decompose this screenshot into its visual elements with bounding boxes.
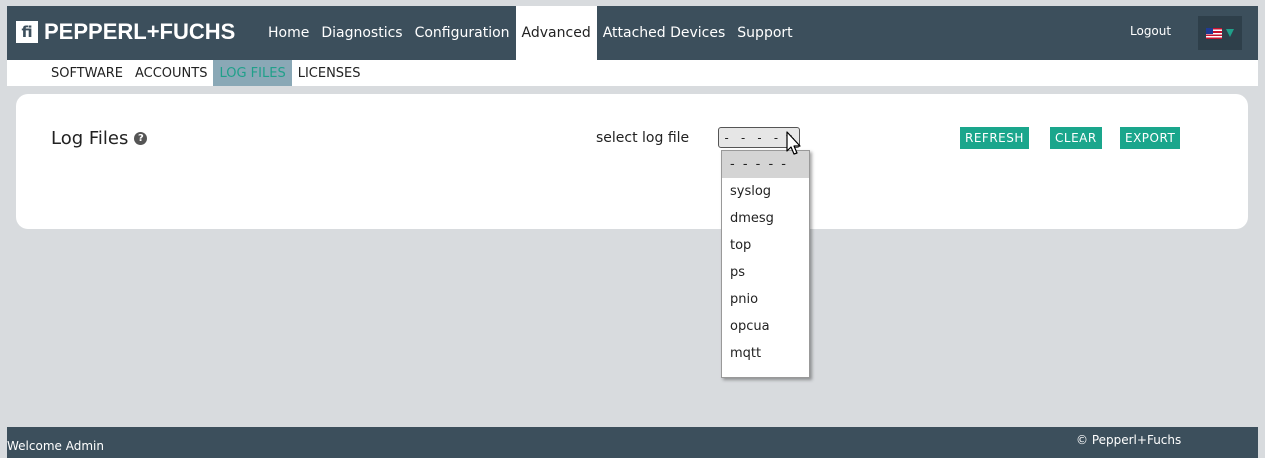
top-header: fi PEPPERL+FUCHS Home Diagnostics Config…: [7, 6, 1258, 60]
main-nav: Home Diagnostics Configuration Advanced …: [262, 6, 799, 60]
subnav-item-accounts[interactable]: ACCOUNTS: [129, 60, 213, 86]
log-file-dropdown-list: - - - - - syslog dmesg top ps pnio opcua…: [721, 150, 810, 378]
nav-item-configuration[interactable]: Configuration: [409, 6, 516, 60]
dropdown-option-top[interactable]: top: [722, 232, 809, 259]
page-title-text: Log Files: [51, 128, 129, 149]
sub-nav: SOFTWARE ACCOUNTS LOG FILES LICENSES: [7, 60, 1258, 86]
nav-item-attached-devices[interactable]: Attached Devices: [597, 6, 732, 60]
refresh-button[interactable]: REFRESH: [960, 127, 1029, 149]
nav-item-home[interactable]: Home: [262, 6, 315, 60]
welcome-text: Welcome Admin: [7, 439, 104, 453]
logo-mark-icon: fi: [16, 21, 38, 43]
subnav-item-log-files[interactable]: LOG FILES: [213, 60, 292, 86]
question-circle-icon[interactable]: ?: [134, 132, 148, 145]
dropdown-option-opcua[interactable]: opcua: [722, 313, 809, 340]
subnav-item-licenses[interactable]: LICENSES: [292, 60, 367, 86]
select-log-file-label: select log file: [596, 130, 690, 146]
logout-link[interactable]: Logout: [1130, 24, 1171, 38]
subnav-item-software[interactable]: SOFTWARE: [45, 60, 129, 86]
footer: Welcome Admin © Pepperl+Fuchs: [7, 427, 1258, 458]
dropdown-option-syslog[interactable]: syslog: [722, 178, 809, 205]
logo-text: PEPPERL+FUCHS: [44, 19, 236, 44]
brand-logo[interactable]: fi PEPPERL+FUCHS: [16, 16, 235, 48]
copyright-text: © Pepperl+Fuchs: [1076, 433, 1182, 447]
chevron-down-icon: [1226, 29, 1234, 37]
dropdown-option-mqtt[interactable]: mqtt: [722, 340, 809, 367]
nav-item-support[interactable]: Support: [731, 6, 798, 60]
dropdown-option-dmesg[interactable]: dmesg: [722, 205, 809, 232]
export-button[interactable]: EXPORT: [1120, 127, 1181, 149]
nav-item-diagnostics[interactable]: Diagnostics: [315, 6, 408, 60]
log-files-panel: Log Files ? select log file - - - - - ▼ …: [16, 94, 1248, 229]
dropdown-option-ps[interactable]: ps: [722, 259, 809, 286]
nav-item-advanced[interactable]: Advanced: [515, 6, 597, 60]
language-selector[interactable]: [1198, 16, 1242, 50]
dropdown-option-pnio[interactable]: pnio: [722, 286, 809, 313]
us-flag-icon: [1206, 27, 1222, 39]
mouse-pointer-icon: [786, 131, 801, 155]
clear-button[interactable]: CLEAR: [1050, 127, 1102, 149]
page-title: Log Files ?: [51, 128, 148, 149]
